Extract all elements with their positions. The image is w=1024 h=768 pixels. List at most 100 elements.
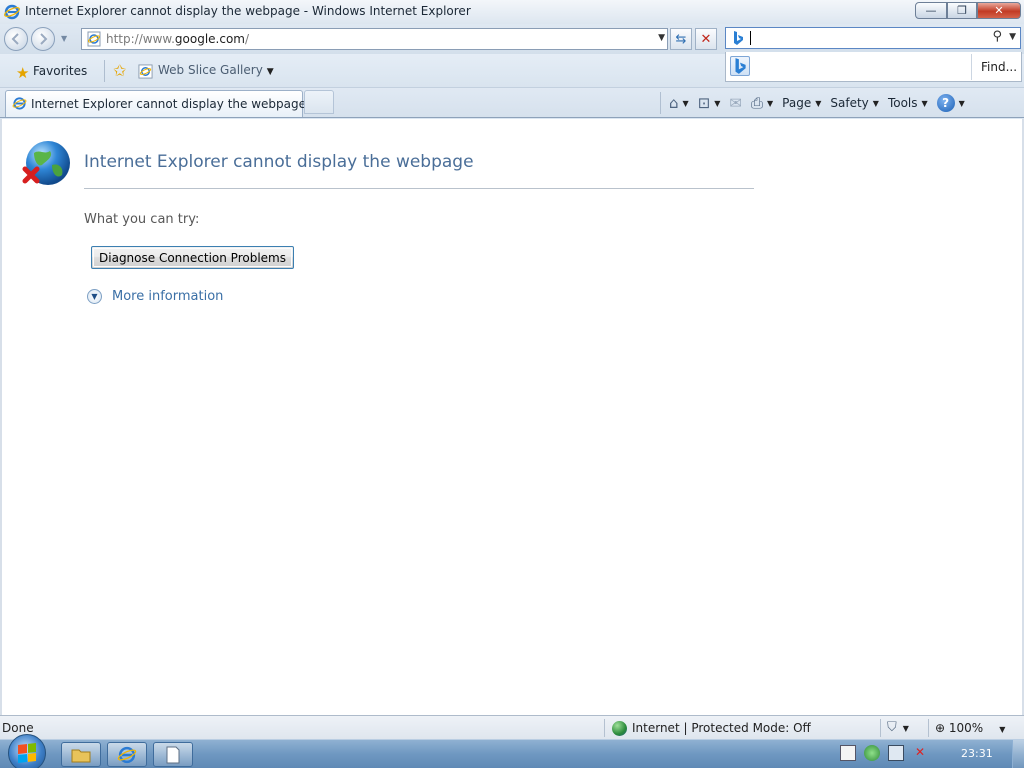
taskbar-internet-explorer-button[interactable]: [107, 742, 147, 767]
printer-icon: ⎙: [751, 94, 764, 112]
shield-icon: ⛉: [887, 720, 897, 735]
stop-button[interactable]: ✕: [695, 28, 717, 50]
tab-title: Internet Explorer cannot display the web…: [31, 97, 306, 111]
url-suffix: /: [245, 32, 250, 46]
security-zone-label: Internet | Protected Mode: Off: [632, 721, 811, 735]
network-icon[interactable]: [888, 745, 904, 761]
recent-pages-dropdown-icon[interactable]: ▼: [61, 34, 67, 43]
page-menu-label: Page: [782, 96, 812, 110]
document-icon: [166, 746, 180, 763]
chevron-down-icon: ▼: [921, 98, 928, 108]
chevron-down-icon: ▼: [815, 98, 822, 108]
internet-zone-globe-icon: [612, 721, 627, 736]
error-title: Internet Explorer cannot display the web…: [84, 152, 474, 172]
security-zone[interactable]: Internet | Protected Mode: Off: [612, 721, 811, 736]
tab-page-icon: [12, 97, 27, 110]
show-desktop-button[interactable]: [1012, 740, 1024, 768]
favorites-star-icon: ★: [16, 64, 30, 82]
bing-icon: [735, 58, 746, 74]
safety-menu-label: Safety: [830, 96, 869, 110]
action-center-icon[interactable]: [840, 745, 856, 761]
chevron-down-icon: ▼: [682, 98, 689, 108]
taskbar-clock[interactable]: 23:31: [961, 747, 993, 760]
protected-mode-button[interactable]: ⛉ ▼: [887, 720, 909, 735]
search-icon[interactable]: ⚲: [992, 29, 1002, 44]
chevron-down-icon: ▼: [999, 725, 1006, 734]
zoom-control[interactable]: ⊕ 100% ▼: [935, 721, 1005, 735]
forward-arrow-icon: [40, 33, 48, 45]
windows-logo-icon: [18, 743, 36, 763]
taskbar: ✕ 23:31: [0, 734, 1024, 768]
address-dropdown-icon[interactable]: ▼: [658, 33, 665, 43]
safety-menu[interactable]: Safety ▼: [830, 96, 879, 110]
web-slice-gallery-icon: [138, 64, 153, 79]
text-cursor: [750, 31, 751, 45]
print-button[interactable]: ⎙ ▼: [751, 94, 773, 112]
address-bar[interactable]: http://www.google.com/ ▼: [81, 28, 668, 50]
minimize-button[interactable]: —: [915, 2, 947, 19]
favorites-button[interactable]: ★ Favorites: [7, 60, 93, 82]
status-text: Done: [2, 721, 34, 735]
start-button[interactable]: [8, 734, 46, 768]
title-divider: [84, 188, 754, 189]
bing-icon: [734, 31, 743, 45]
zoom-level: 100%: [948, 721, 984, 735]
close-button[interactable]: ✕: [977, 2, 1021, 19]
address-url[interactable]: http://www.google.com/: [106, 32, 249, 46]
home-button[interactable]: ⌂ ▼: [669, 94, 689, 112]
globe-error-icon: [22, 141, 70, 185]
volume-muted-icon[interactable]: ✕: [912, 745, 928, 761]
status-separator: [604, 719, 605, 737]
chevron-down-icon: ▼: [902, 724, 909, 733]
chevron-down-icon: ▼: [266, 67, 274, 77]
restore-icon: ❐: [957, 4, 967, 17]
new-tab-button[interactable]: [304, 90, 334, 114]
minimize-icon: —: [925, 4, 937, 17]
close-icon: ✕: [994, 4, 1004, 17]
title-bar: Internet Explorer cannot display the web…: [0, 0, 1024, 24]
home-icon: ⌂: [669, 94, 679, 112]
refresh-icon: ⇆: [675, 31, 687, 47]
chevron-down-icon: ▼: [714, 98, 721, 108]
search-suggestions-dropdown: Find...: [725, 52, 1022, 82]
security-check-icon[interactable]: [864, 745, 880, 761]
tab-active[interactable]: Internet Explorer cannot display the web…: [5, 90, 306, 117]
feeds-button[interactable]: ⊡ ▼: [698, 94, 721, 112]
restore-button[interactable]: ❐: [947, 2, 977, 19]
mail-icon: ✉: [729, 94, 742, 112]
add-to-favorites-bar-icon[interactable]: ✩: [113, 61, 126, 80]
diagnose-connection-problems-button[interactable]: Diagnose Connection Problems: [91, 246, 294, 269]
command-bar: ⌂ ▼ ⊡ ▼ ✉ ⎙ ▼ Page ▼ Safety ▼ Tools ▼ ? ▼: [660, 88, 974, 118]
chevron-down-icon: ▼: [767, 98, 774, 108]
page-menu[interactable]: Page ▼: [782, 96, 821, 110]
search-box[interactable]: ⚲ ▼: [725, 27, 1021, 49]
status-separator: [928, 719, 929, 737]
help-menu[interactable]: ? ▼: [936, 94, 965, 112]
find-on-page-button[interactable]: Find...: [971, 54, 1017, 80]
taskbar-explorer-button[interactable]: [61, 742, 101, 767]
page-content: Internet Explorer cannot display the web…: [0, 119, 1024, 715]
tools-menu-label: Tools: [887, 96, 918, 110]
refresh-button[interactable]: ⇆: [670, 28, 692, 50]
system-tray: ✕: [840, 745, 928, 761]
expand-chevron-icon[interactable]: ▼: [87, 289, 102, 304]
chevron-down-icon: ▼: [958, 98, 965, 108]
more-information-link[interactable]: More information: [112, 289, 223, 304]
url-prefix: http://www.: [106, 32, 175, 46]
forward-button[interactable]: [31, 27, 55, 51]
tools-menu[interactable]: Tools ▼: [888, 96, 928, 110]
read-mail-button[interactable]: ✉: [729, 94, 742, 112]
rss-feed-icon: ⊡: [697, 94, 711, 112]
web-slice-gallery-link[interactable]: Web Slice Gallery ▼: [138, 63, 274, 81]
web-slice-gallery-label: Web Slice Gallery: [158, 63, 263, 77]
status-separator: [880, 719, 881, 737]
internet-explorer-icon: [117, 746, 137, 763]
zoom-magnifier-icon: ⊕: [935, 721, 949, 735]
more-information-toggle[interactable]: ▼ More information: [87, 289, 223, 304]
taskbar-notepad-button[interactable]: [153, 742, 193, 767]
bing-search-provider-button[interactable]: [730, 56, 750, 76]
stop-icon: ✕: [700, 31, 712, 47]
back-button[interactable]: [4, 27, 28, 51]
help-icon: ?: [936, 94, 955, 112]
search-options-dropdown-icon[interactable]: ▼: [1009, 32, 1016, 42]
